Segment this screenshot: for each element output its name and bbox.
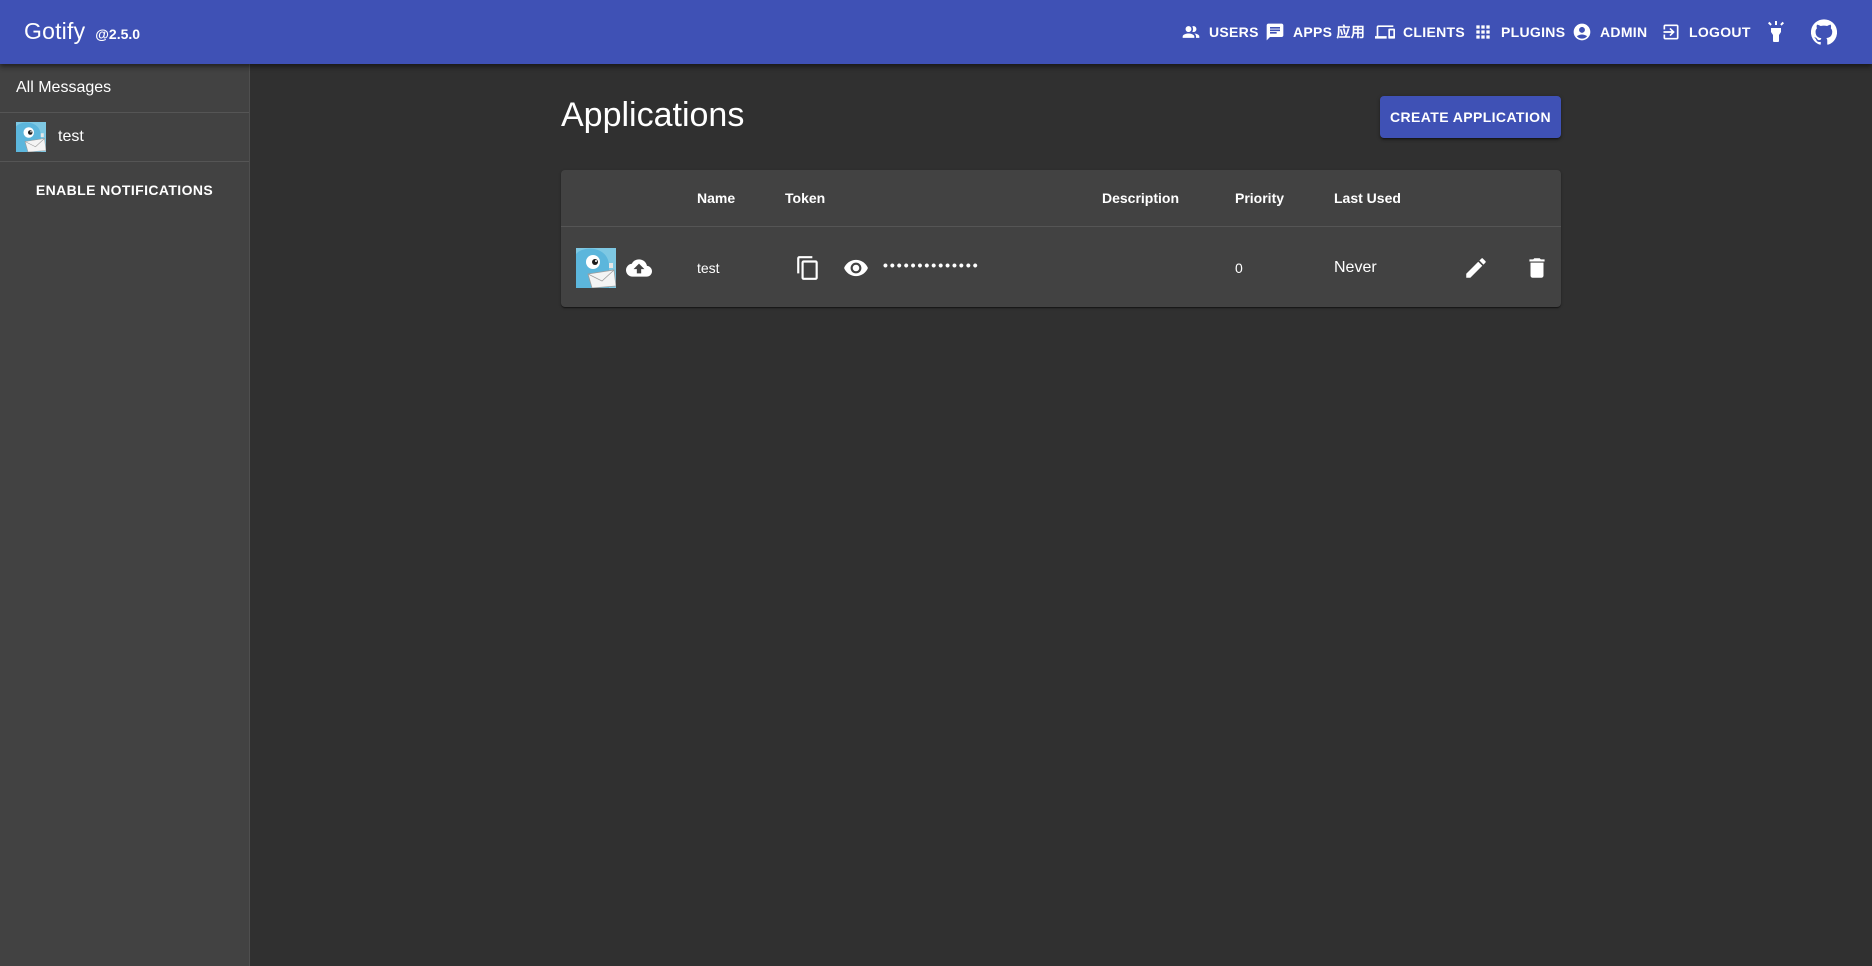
nav-apps-label: APPS 应用 <box>1293 24 1366 40</box>
table-header: Name Token Description Priority Last Use… <box>561 170 1561 227</box>
gopher-avatar-icon <box>576 248 616 288</box>
column-header-name: Name <box>697 190 736 206</box>
nav-apps-button[interactable]: APPS 应用 <box>1265 18 1365 46</box>
column-header-last-used: Last Used <box>1334 190 1401 206</box>
nav-logout-button[interactable]: LOGOUT <box>1661 18 1751 46</box>
nav-admin-label: ADMIN <box>1600 24 1648 40</box>
nav-plugins-label: PLUGINS <box>1501 24 1566 40</box>
column-header-description: Description <box>1102 190 1180 206</box>
nav-plugins-button[interactable]: PLUGINS <box>1473 18 1565 46</box>
github-icon <box>1811 19 1837 45</box>
logout-icon <box>1663 24 1679 40</box>
chat-icon <box>1266 23 1284 41</box>
nav-logout-label: LOGOUT <box>1689 24 1751 40</box>
app-title[interactable]: Gotify <box>24 18 85 45</box>
create-application-button[interactable]: CREATE APPLICATION <box>1380 96 1561 138</box>
app-priority: 0 <box>1235 260 1243 276</box>
edit-icon <box>1466 258 1486 278</box>
eye-icon <box>844 259 868 277</box>
nav-users-button[interactable]: USERS <box>1181 18 1259 46</box>
nav-clients-button[interactable]: CLIENTS <box>1375 18 1465 46</box>
app-version: @2.5.0 <box>95 26 141 42</box>
trash-icon <box>1529 258 1545 278</box>
token-value: •••••••••••••• <box>883 257 980 273</box>
apps-grid-icon <box>1476 25 1490 39</box>
nav-users-label: USERS <box>1209 24 1259 40</box>
sidebar: All Messages test ENABLE NOTIFICATIONS <box>0 64 250 966</box>
column-header-priority: Priority <box>1235 190 1285 206</box>
nav-admin-button[interactable]: ADMIN <box>1572 18 1647 46</box>
cloud-upload-icon <box>626 259 652 277</box>
brand: Gotify @2.5.0 <box>24 18 140 46</box>
edit-application-button[interactable] <box>1463 255 1489 281</box>
table-row: test •••••••••••••• 0 Never <box>561 227 1561 307</box>
sidebar-item-app[interactable]: test <box>0 113 249 162</box>
sidebar-item-all-messages[interactable]: All Messages <box>0 64 249 113</box>
devices-icon <box>1375 25 1395 39</box>
theme-toggle-button[interactable] <box>1762 18 1790 46</box>
app-bar: Gotify @2.5.0 USERS APPS 应用 CLIENTS PLUG… <box>0 0 1872 64</box>
upload-image-button[interactable] <box>626 255 652 281</box>
account-circle-icon <box>1573 23 1591 41</box>
copy-icon <box>797 256 818 280</box>
column-header-token: Token <box>785 190 826 206</box>
delete-application-button[interactable] <box>1524 255 1550 281</box>
page-title: Applications <box>561 96 745 134</box>
enable-notifications-button[interactable]: ENABLE NOTIFICATIONS <box>0 172 249 208</box>
applications-table: Name Token Description Priority Last Use… <box>561 170 1561 307</box>
users-icon <box>1182 26 1200 38</box>
gopher-avatar-icon <box>16 122 46 152</box>
github-button[interactable] <box>1810 18 1838 46</box>
lightbulb-icon <box>1768 21 1784 42</box>
sidebar-item-label: test <box>58 128 84 145</box>
sidebar-item-label: All Messages <box>16 79 112 96</box>
app-last-used: Never <box>1334 259 1377 276</box>
copy-token-button[interactable] <box>795 255 821 281</box>
show-token-button[interactable] <box>843 255 869 281</box>
app-name: test <box>697 260 720 276</box>
nav-clients-label: CLIENTS <box>1403 24 1465 40</box>
